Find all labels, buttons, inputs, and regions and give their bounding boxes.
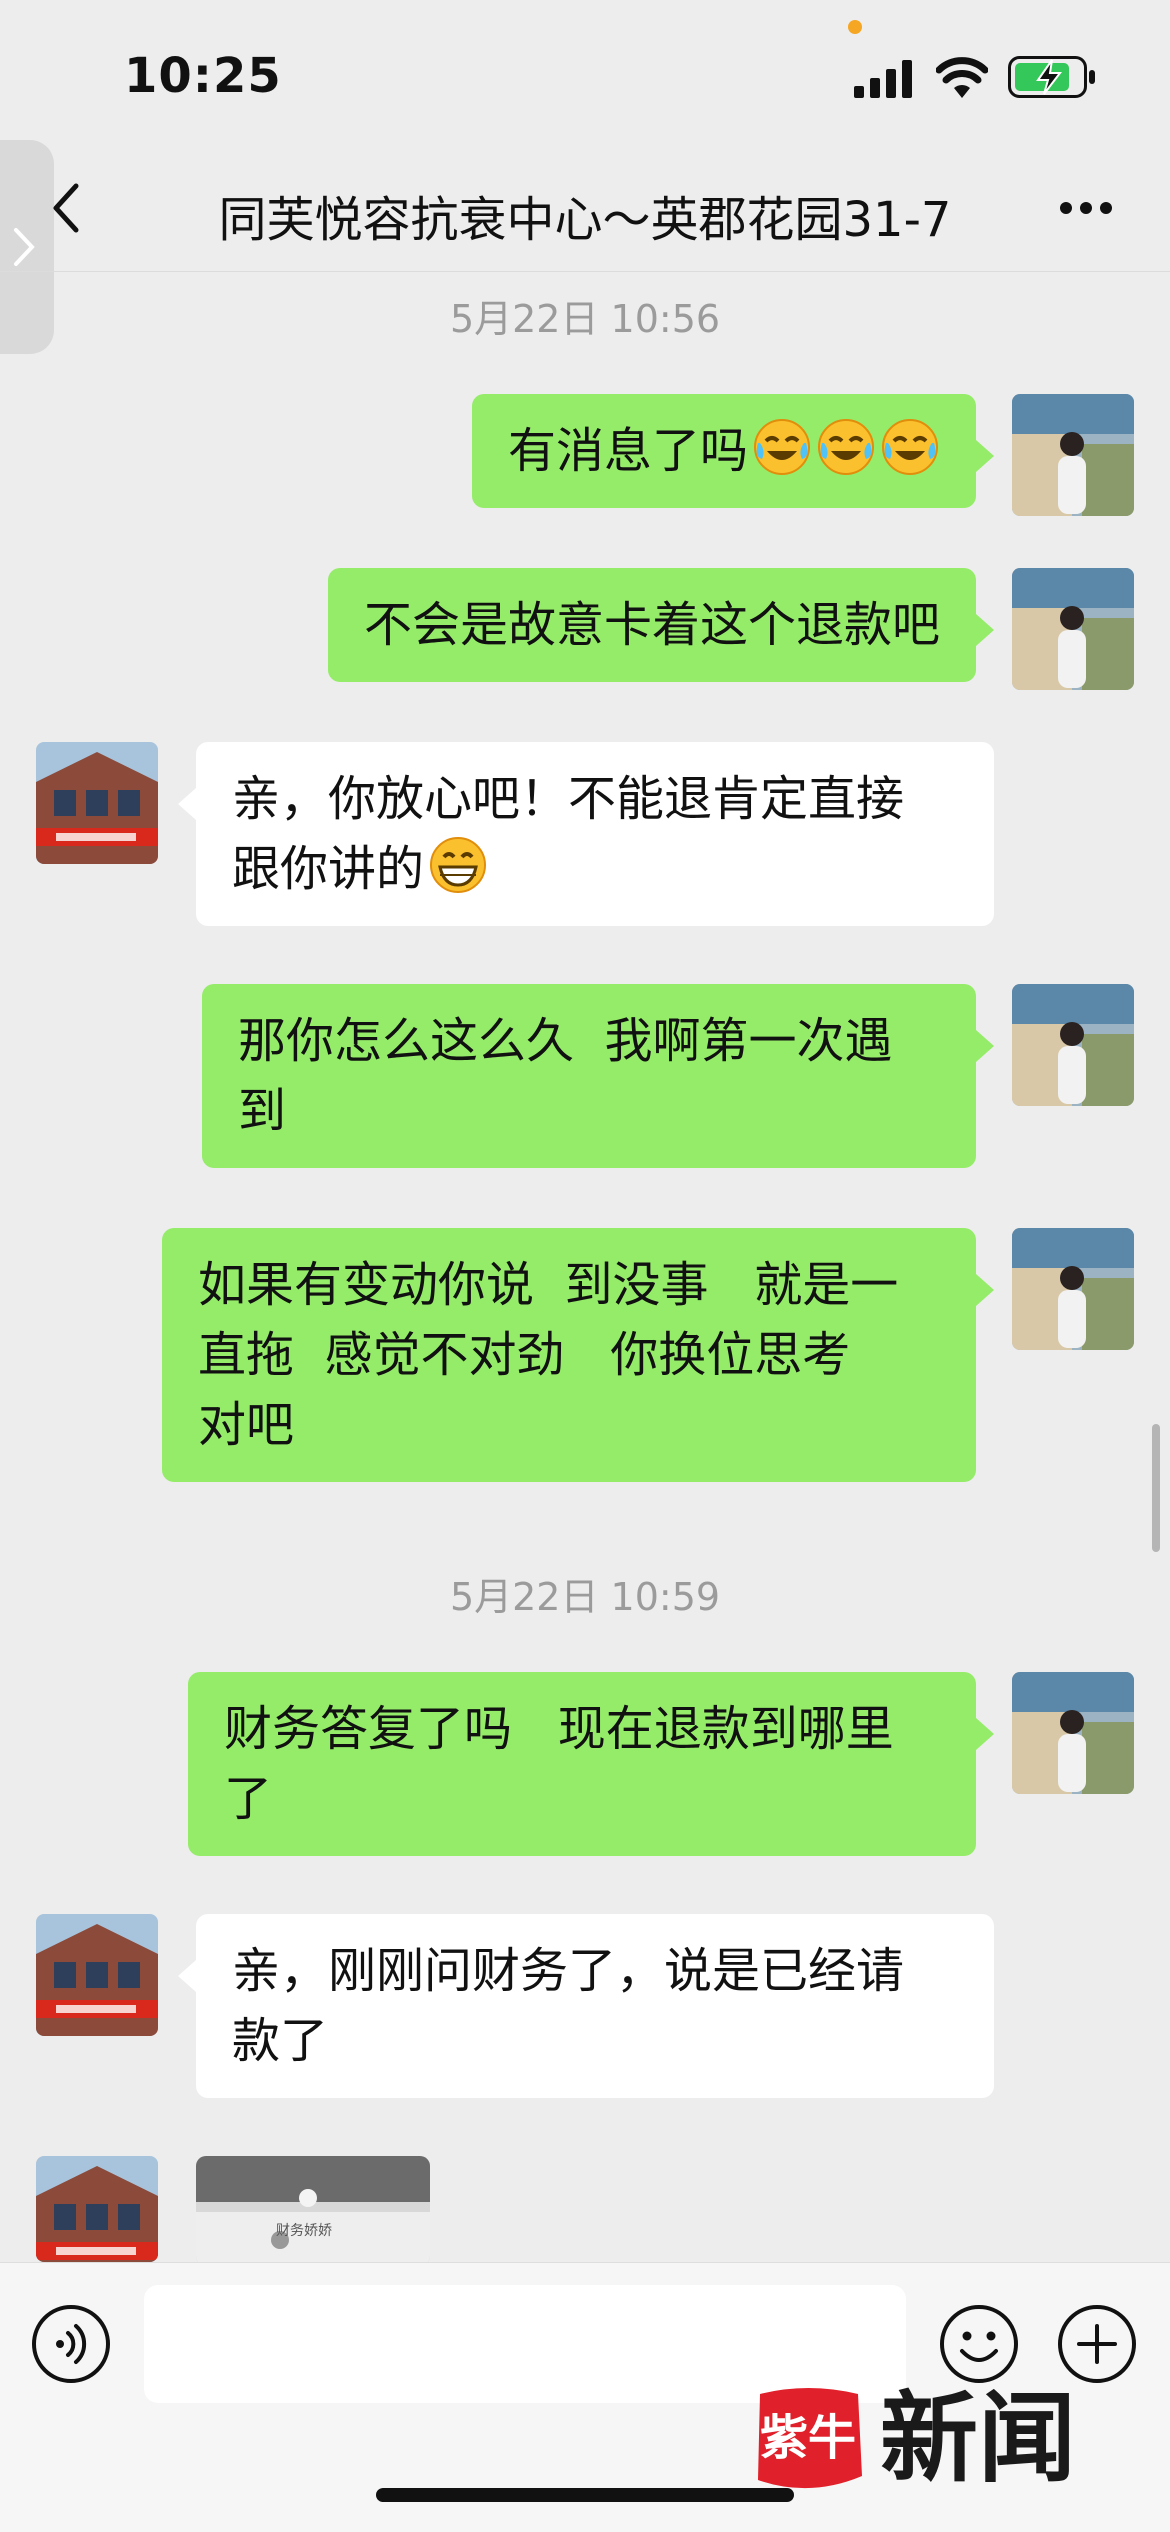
crying-laughing-emoji-icon bbox=[882, 419, 938, 475]
message-text: 有消息了吗 bbox=[508, 416, 940, 486]
voice-input-icon[interactable] bbox=[30, 2303, 112, 2385]
my-avatar[interactable] bbox=[1012, 1672, 1134, 1794]
chat-title: 同芙悦容抗衰中心～英郡花园31-7 bbox=[218, 192, 952, 248]
message-text: 直拖 感觉不对劲 你换位思考 bbox=[198, 1327, 851, 1383]
message-text: 如果有变动你说 到没事 就是一 bbox=[198, 1257, 899, 1313]
message-text: 亲，你放心吧！不能退肯定直接 bbox=[232, 771, 905, 827]
shop-avatar[interactable] bbox=[36, 1914, 158, 2036]
message-text: 亲，刚刚问财务了，说是已经请 bbox=[232, 1943, 905, 1999]
wifi-icon bbox=[936, 57, 988, 98]
message-text: 那你怎么这么久 我啊第一次遇 bbox=[238, 1013, 893, 1069]
my-avatar[interactable] bbox=[1012, 1228, 1134, 1350]
add-attachment-icon[interactable] bbox=[1056, 2303, 1138, 2385]
message-text: 了 bbox=[224, 1771, 273, 1827]
message-text: 对吧 bbox=[198, 1397, 295, 1453]
cellular-signal-icon bbox=[854, 60, 912, 98]
chat-timestamp: 5月22日 10:56 bbox=[449, 297, 721, 341]
shop-avatar[interactable] bbox=[36, 2156, 158, 2262]
scroll-indicator[interactable] bbox=[1152, 1424, 1160, 1552]
privacy-indicator-dot bbox=[848, 20, 862, 34]
shop-message-bubble[interactable]: 亲，刚刚问财务了，说是已经请 款了 bbox=[178, 1914, 994, 2098]
my-avatar[interactable] bbox=[1012, 394, 1134, 516]
more-options-icon[interactable] bbox=[1058, 200, 1114, 216]
status-bar: 10:25 bbox=[0, 0, 1170, 150]
shop-avatar[interactable] bbox=[36, 742, 158, 864]
my-message-bubble[interactable]: 财务答复了吗 现在退款到哪里 了 bbox=[188, 1672, 994, 1856]
message-text: 不会是故意卡着这个退款吧 bbox=[363, 597, 940, 653]
message-text: 款了 bbox=[232, 2013, 329, 2069]
home-indicator bbox=[376, 2488, 794, 2502]
svg-text:紫牛: 紫牛 bbox=[760, 2410, 856, 2466]
image-message-thumbnail[interactable]: 财务娇娇 bbox=[196, 2156, 430, 2266]
battery-charging-icon bbox=[1008, 56, 1095, 98]
chat-timestamp: 5月22日 10:59 bbox=[449, 1575, 721, 1619]
crying-laughing-emoji-icon bbox=[818, 419, 874, 475]
my-message-bubble[interactable]: 不会是故意卡着这个退款吧 bbox=[327, 568, 995, 682]
chat-nav-bar: 同芙悦容抗衰中心～英郡花园31-7 bbox=[0, 150, 1170, 272]
ziniu-logo-icon: 紫牛 bbox=[758, 2388, 862, 2489]
message-text: 财务答复了吗 现在退款到哪里 bbox=[224, 1701, 894, 1757]
screenshot-preview-icon bbox=[196, 2156, 430, 2266]
status-time: 10:25 bbox=[124, 48, 282, 104]
my-avatar[interactable] bbox=[1012, 568, 1134, 690]
emoji-picker-icon[interactable] bbox=[938, 2303, 1020, 2385]
my-message-bubble[interactable]: 那你怎么这么久 我啊第一次遇 到 bbox=[202, 984, 994, 1168]
message-text: 跟你讲的 bbox=[232, 834, 958, 904]
shop-message-bubble[interactable]: 亲，你放心吧！不能退肯定直接 跟你讲的 bbox=[178, 742, 994, 926]
watermark-text: 新闻 bbox=[880, 2381, 1077, 2496]
crying-laughing-emoji-icon bbox=[754, 419, 810, 475]
my-message-bubble[interactable]: 如果有变动你说 到没事 就是一 直拖 感觉不对劲 你换位思考 对吧 bbox=[162, 1228, 994, 1482]
message-text: 到 bbox=[238, 1083, 287, 1139]
my-avatar[interactable] bbox=[1012, 984, 1134, 1106]
grinning-emoji-icon bbox=[430, 837, 487, 893]
news-watermark: 紫牛 新闻 bbox=[750, 2380, 1150, 2500]
image-caption: 财务娇娇 bbox=[276, 2223, 332, 2239]
my-message-bubble[interactable]: 有消息了吗 bbox=[471, 394, 995, 508]
